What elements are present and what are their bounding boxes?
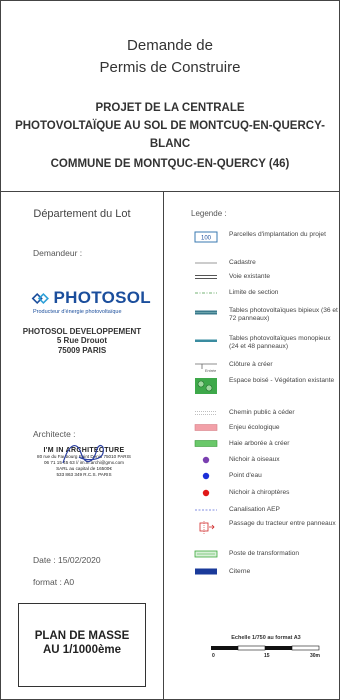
green-rect-icon: [194, 440, 218, 447]
stamp-line4: 533 863 349 R.C.S. PARIS: [56, 472, 112, 477]
scale-tick-0: 0: [212, 653, 215, 659]
scale-bar: Echelle 1/750 au format A3 0 15 30m: [206, 635, 326, 661]
company-name: PHOTOSOL DEVELOPPEMENT: [22, 327, 142, 336]
legend-item-bipieux: Tables photovoltaïques bipieux (36 et 72…: [194, 307, 339, 329]
architect-stamp: I'M IN ARCHITECTURE 80 rue du Faubourg S…: [19, 444, 149, 478]
doc-title-line2: Permis de Construire: [99, 59, 241, 76]
purple-dot-icon: [202, 456, 210, 464]
company-street: 5 Rue Drouot: [56, 336, 108, 345]
fence-icon: Entrée: [195, 363, 217, 373]
legend-label: Tables photovoltaïques monopieux (24 et …: [229, 335, 331, 350]
company-city: 75009 PARIS: [57, 346, 107, 355]
dotted-path-icon: [195, 411, 217, 415]
legend-panel: Legende : 100 Parcelles d'implantation d…: [164, 191, 339, 699]
date-label: Date : 15/02/2020: [33, 555, 101, 565]
dashed-blue-line-icon: [195, 509, 217, 511]
pink-rect-icon: [194, 424, 218, 431]
legend-label: Nichoir à chiroptères: [229, 489, 290, 496]
info-panel: Département du Lot Demandeur : PHOTOSOL …: [1, 191, 164, 699]
legend-label: Poste de transformation: [229, 550, 300, 557]
double-line-icon: [195, 275, 217, 279]
scale-ticks: 0 15 30m: [206, 653, 326, 661]
legend-label: Voie existante: [229, 273, 271, 280]
architecte-label: Architecte :: [33, 429, 76, 439]
signature-scribble: [62, 444, 104, 464]
scale-tick-15: 15: [264, 653, 270, 659]
legend-label: Espace boisé - Végétation existante: [229, 377, 335, 384]
legend-label: Nichoir à oiseaux: [229, 456, 280, 463]
plan-title-line1: PLAN DE MASSE: [34, 630, 130, 642]
photosol-logo-icon: [31, 292, 49, 304]
wood-icon: [195, 378, 217, 394]
scale-tick-30: 30m: [310, 653, 321, 659]
pv-bipieux-icon: [195, 310, 217, 315]
legend-label: Haie arborée à créer: [229, 440, 290, 447]
legend-title: Legende :: [191, 209, 227, 218]
legend-item-espace-boise: Espace boisé - Végétation existante: [194, 377, 339, 399]
legend-label: Point d'eau: [229, 472, 262, 479]
red-dot-icon: [202, 489, 210, 497]
pv-monopieux-icon: [195, 339, 217, 342]
parcel-box-text: 100: [201, 236, 212, 242]
photosol-logo: PHOTOSOL Producteur d'énergie photovolta…: [31, 288, 151, 315]
logo-tagline: Producteur d'énergie photovoltaïque: [33, 309, 122, 315]
legend-label: Clôture à créer: [229, 361, 273, 368]
fence-entry-text: Entrée: [205, 369, 216, 373]
doc-title-line1: Demande de: [127, 37, 213, 54]
demandeur-label: Demandeur :: [33, 248, 83, 258]
legend-item-citerne: Citerne: [194, 566, 339, 588]
legend-item-tracteur: Passage du tracteur entre panneaux: [194, 520, 339, 542]
legend-item-monopieux: Tables photovoltaïques monopieux (24 et …: [194, 335, 339, 357]
dash-dot-line-icon: [195, 292, 217, 294]
scale-title: Echelle 1/750 au format A3: [231, 635, 301, 641]
logo-text: PHOTOSOL: [53, 288, 151, 307]
parcel-box-icon: 100: [194, 231, 218, 243]
format-label: format : A0: [33, 577, 75, 587]
plan-title-line2: AU 1/1000ème: [43, 644, 121, 656]
legend-label: Enjeu écologique: [229, 424, 280, 431]
thin-line-icon: [195, 262, 217, 264]
blue-dot-icon: [202, 472, 210, 480]
plan-title-box: PLAN DE MASSE AU 1/1000ème: [18, 603, 146, 687]
transformer-icon: [194, 550, 218, 558]
permit-sheet: Demande de Permis de Construire PROJET D…: [0, 0, 340, 700]
legend-label: Limite de section: [229, 289, 279, 296]
legend-label: Passage du tracteur entre panneaux: [229, 520, 336, 527]
cistern-icon: [195, 568, 217, 575]
legend-label: Tables photovoltaïques bipieux (36 et 72…: [229, 307, 338, 322]
legend-label: Chemin public à céder: [229, 409, 295, 416]
project-line4: COMMUNE DE MONTQUC-EN-QUERCY (46): [50, 158, 290, 170]
project-line2: PHOTOVOLTAÏQUE AU SOL DE MONTCUQ-EN-QUER…: [15, 120, 325, 132]
legend-label: Citerne: [229, 568, 251, 575]
project-line1: PROJET DE LA CENTRALE: [95, 102, 245, 114]
project-line3: BLANC: [149, 138, 191, 150]
title-header: Demande de Permis de Construire PROJET D…: [1, 1, 339, 192]
tractor-icon: [199, 521, 215, 534]
legend-item-parcelles: 100 Parcelles d'implantation du projet: [194, 231, 339, 253]
legend-label: Canalisation AEP: [229, 506, 280, 513]
legend-label: Cadastre: [229, 259, 256, 266]
department-label: Département du Lot: [33, 208, 131, 220]
legend-label: Parcelles d'implantation du projet: [229, 231, 326, 238]
legend-item-limite: Limite de section: [194, 287, 339, 309]
scale-bar-graphic: [211, 645, 320, 651]
